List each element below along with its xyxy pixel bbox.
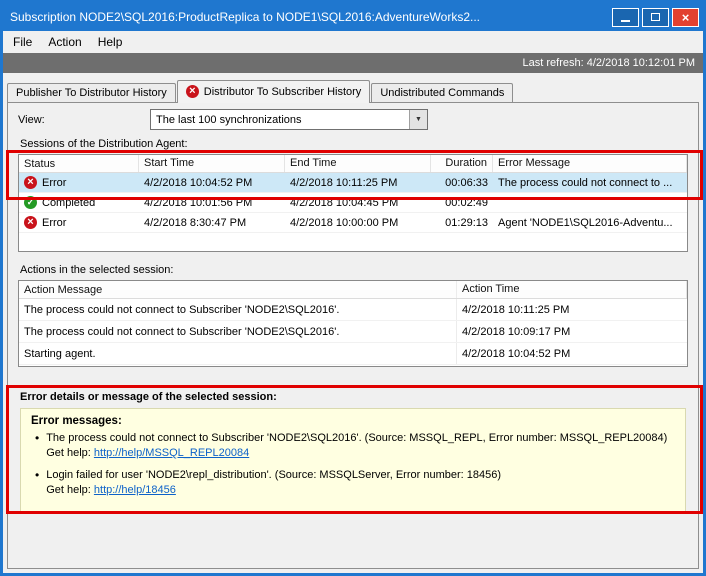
menu-action[interactable]: Action — [40, 32, 89, 52]
action-message-cell: The process could not connect to Subscri… — [19, 321, 457, 342]
error-message-text: Login failed for user 'NODE2\repl_distri… — [46, 468, 501, 483]
error-message-item: The process could not connect to Subscri… — [35, 431, 675, 461]
view-row: View: The last 100 synchronizations — [18, 109, 688, 130]
status-text: Error — [42, 177, 66, 189]
column-header-action-message[interactable]: Action Message — [19, 281, 457, 298]
actions-table-header: Action Message Action Time — [19, 281, 687, 299]
close-button[interactable] — [672, 8, 699, 27]
table-row[interactable]: The process could not connect to Subscri… — [19, 299, 687, 321]
success-icon — [24, 196, 37, 209]
help-link[interactable]: http://help/MSSQL_REPL20084 — [94, 447, 249, 459]
error-icon — [186, 85, 199, 98]
tab-label: Publisher To Distributor History — [16, 87, 167, 99]
get-help-label: Get help: — [46, 447, 94, 459]
end-time-cell: 4/2/2018 10:04:45 PM — [285, 197, 431, 209]
start-time-cell: 4/2/2018 8:30:47 PM — [139, 217, 285, 229]
action-message-cell: The process could not connect to Subscri… — [19, 299, 457, 320]
tab-distributor-to-subscriber-history[interactable]: Distributor To Subscriber History — [177, 80, 371, 103]
titlebar: Subscription NODE2\SQL2016:ProductReplic… — [3, 3, 703, 31]
sessions-table: Status Start Time End Time Duration Erro… — [18, 154, 688, 252]
tab-label: Distributor To Subscriber History — [204, 86, 362, 98]
table-row[interactable]: Error 4/2/2018 8:30:47 PM 4/2/2018 10:00… — [19, 213, 687, 233]
table-row[interactable]: Completed 4/2/2018 10:01:56 PM 4/2/2018 … — [19, 193, 687, 213]
menu-file[interactable]: File — [5, 32, 40, 52]
window-title: Subscription NODE2\SQL2016:ProductReplic… — [10, 10, 609, 24]
bullet-icon — [35, 431, 39, 461]
menu-bar: File Action Help — [3, 31, 703, 53]
error-icon — [24, 176, 37, 189]
table-row[interactable]: The process could not connect to Subscri… — [19, 321, 687, 343]
actions-label: Actions in the selected session: — [20, 264, 688, 277]
tab-label: Undistributed Commands — [380, 87, 504, 99]
error-message-text: The process could not connect to Subscri… — [46, 431, 667, 446]
sessions-label: Sessions of the Distribution Agent: — [20, 138, 688, 151]
view-dropdown[interactable]: The last 100 synchronizations — [150, 109, 428, 130]
help-link[interactable]: http://help/18456 — [94, 484, 176, 496]
bullet-icon — [35, 468, 39, 498]
duration-cell: 00:06:33 — [431, 177, 493, 189]
tab-strip: Publisher To Distributor History Distrib… — [7, 79, 703, 102]
maximize-icon — [651, 13, 660, 21]
column-header-end-time[interactable]: End Time — [285, 155, 431, 172]
view-dropdown-value: The last 100 synchronizations — [151, 110, 409, 129]
table-row[interactable]: Starting agent. 4/2/2018 10:04:52 PM — [19, 343, 687, 365]
sessions-table-header: Status Start Time End Time Duration Erro… — [19, 155, 687, 173]
start-time-cell: 4/2/2018 10:01:56 PM — [139, 197, 285, 209]
tab-undistributed-commands[interactable]: Undistributed Commands — [371, 83, 513, 102]
last-refresh-strip: Last refresh: 4/2/2018 10:12:01 PM — [3, 53, 703, 73]
replication-monitor-window: Subscription NODE2\SQL2016:ProductReplic… — [0, 0, 706, 576]
start-time-cell: 4/2/2018 10:04:52 PM — [139, 177, 285, 189]
chevron-down-icon — [415, 116, 422, 123]
duration-cell: 01:29:13 — [431, 217, 493, 229]
error-details-label: Error details or message of the selected… — [20, 391, 688, 404]
error-icon — [24, 216, 37, 229]
close-icon — [682, 11, 690, 24]
menu-help[interactable]: Help — [90, 32, 131, 52]
actions-table: Action Message Action Time The process c… — [18, 280, 688, 367]
end-time-cell: 4/2/2018 10:00:00 PM — [285, 217, 431, 229]
get-help-label: Get help: — [46, 484, 94, 496]
action-time-cell: 4/2/2018 10:04:52 PM — [457, 348, 687, 360]
column-header-start-time[interactable]: Start Time — [139, 155, 285, 172]
dropdown-button[interactable] — [409, 110, 427, 129]
column-header-duration[interactable]: Duration — [431, 155, 493, 172]
duration-cell: 00:02:49 — [431, 197, 493, 209]
error-messages-heading: Error messages: — [31, 415, 675, 427]
action-time-cell: 4/2/2018 10:11:25 PM — [457, 304, 687, 316]
action-message-cell: Starting agent. — [19, 343, 457, 364]
status-text: Error — [42, 217, 66, 229]
column-header-error-message[interactable]: Error Message — [493, 155, 687, 172]
tab-pane: View: The last 100 synchronizations Sess… — [7, 102, 699, 569]
minimize-icon — [621, 20, 630, 22]
column-header-action-time[interactable]: Action Time — [457, 281, 687, 298]
minimize-button[interactable] — [612, 8, 639, 27]
view-label: View: — [18, 114, 150, 126]
error-message-cell: The process could not connect to ... — [493, 177, 687, 189]
action-time-cell: 4/2/2018 10:09:17 PM — [457, 326, 687, 338]
end-time-cell: 4/2/2018 10:11:25 PM — [285, 177, 431, 189]
maximize-button[interactable] — [642, 8, 669, 27]
table-row[interactable]: Error 4/2/2018 10:04:52 PM 4/2/2018 10:1… — [19, 173, 687, 193]
tab-publisher-to-distributor-history[interactable]: Publisher To Distributor History — [7, 83, 176, 102]
status-text: Completed — [42, 197, 95, 209]
last-refresh-text: Last refresh: 4/2/2018 10:12:01 PM — [523, 57, 695, 69]
column-header-status[interactable]: Status — [19, 155, 139, 172]
error-message-item: Login failed for user 'NODE2\repl_distri… — [35, 468, 675, 498]
error-details-panel: Error messages: The process could not co… — [20, 408, 686, 512]
error-message-cell: Agent 'NODE1\SQL2016-Adventu... — [493, 217, 687, 229]
